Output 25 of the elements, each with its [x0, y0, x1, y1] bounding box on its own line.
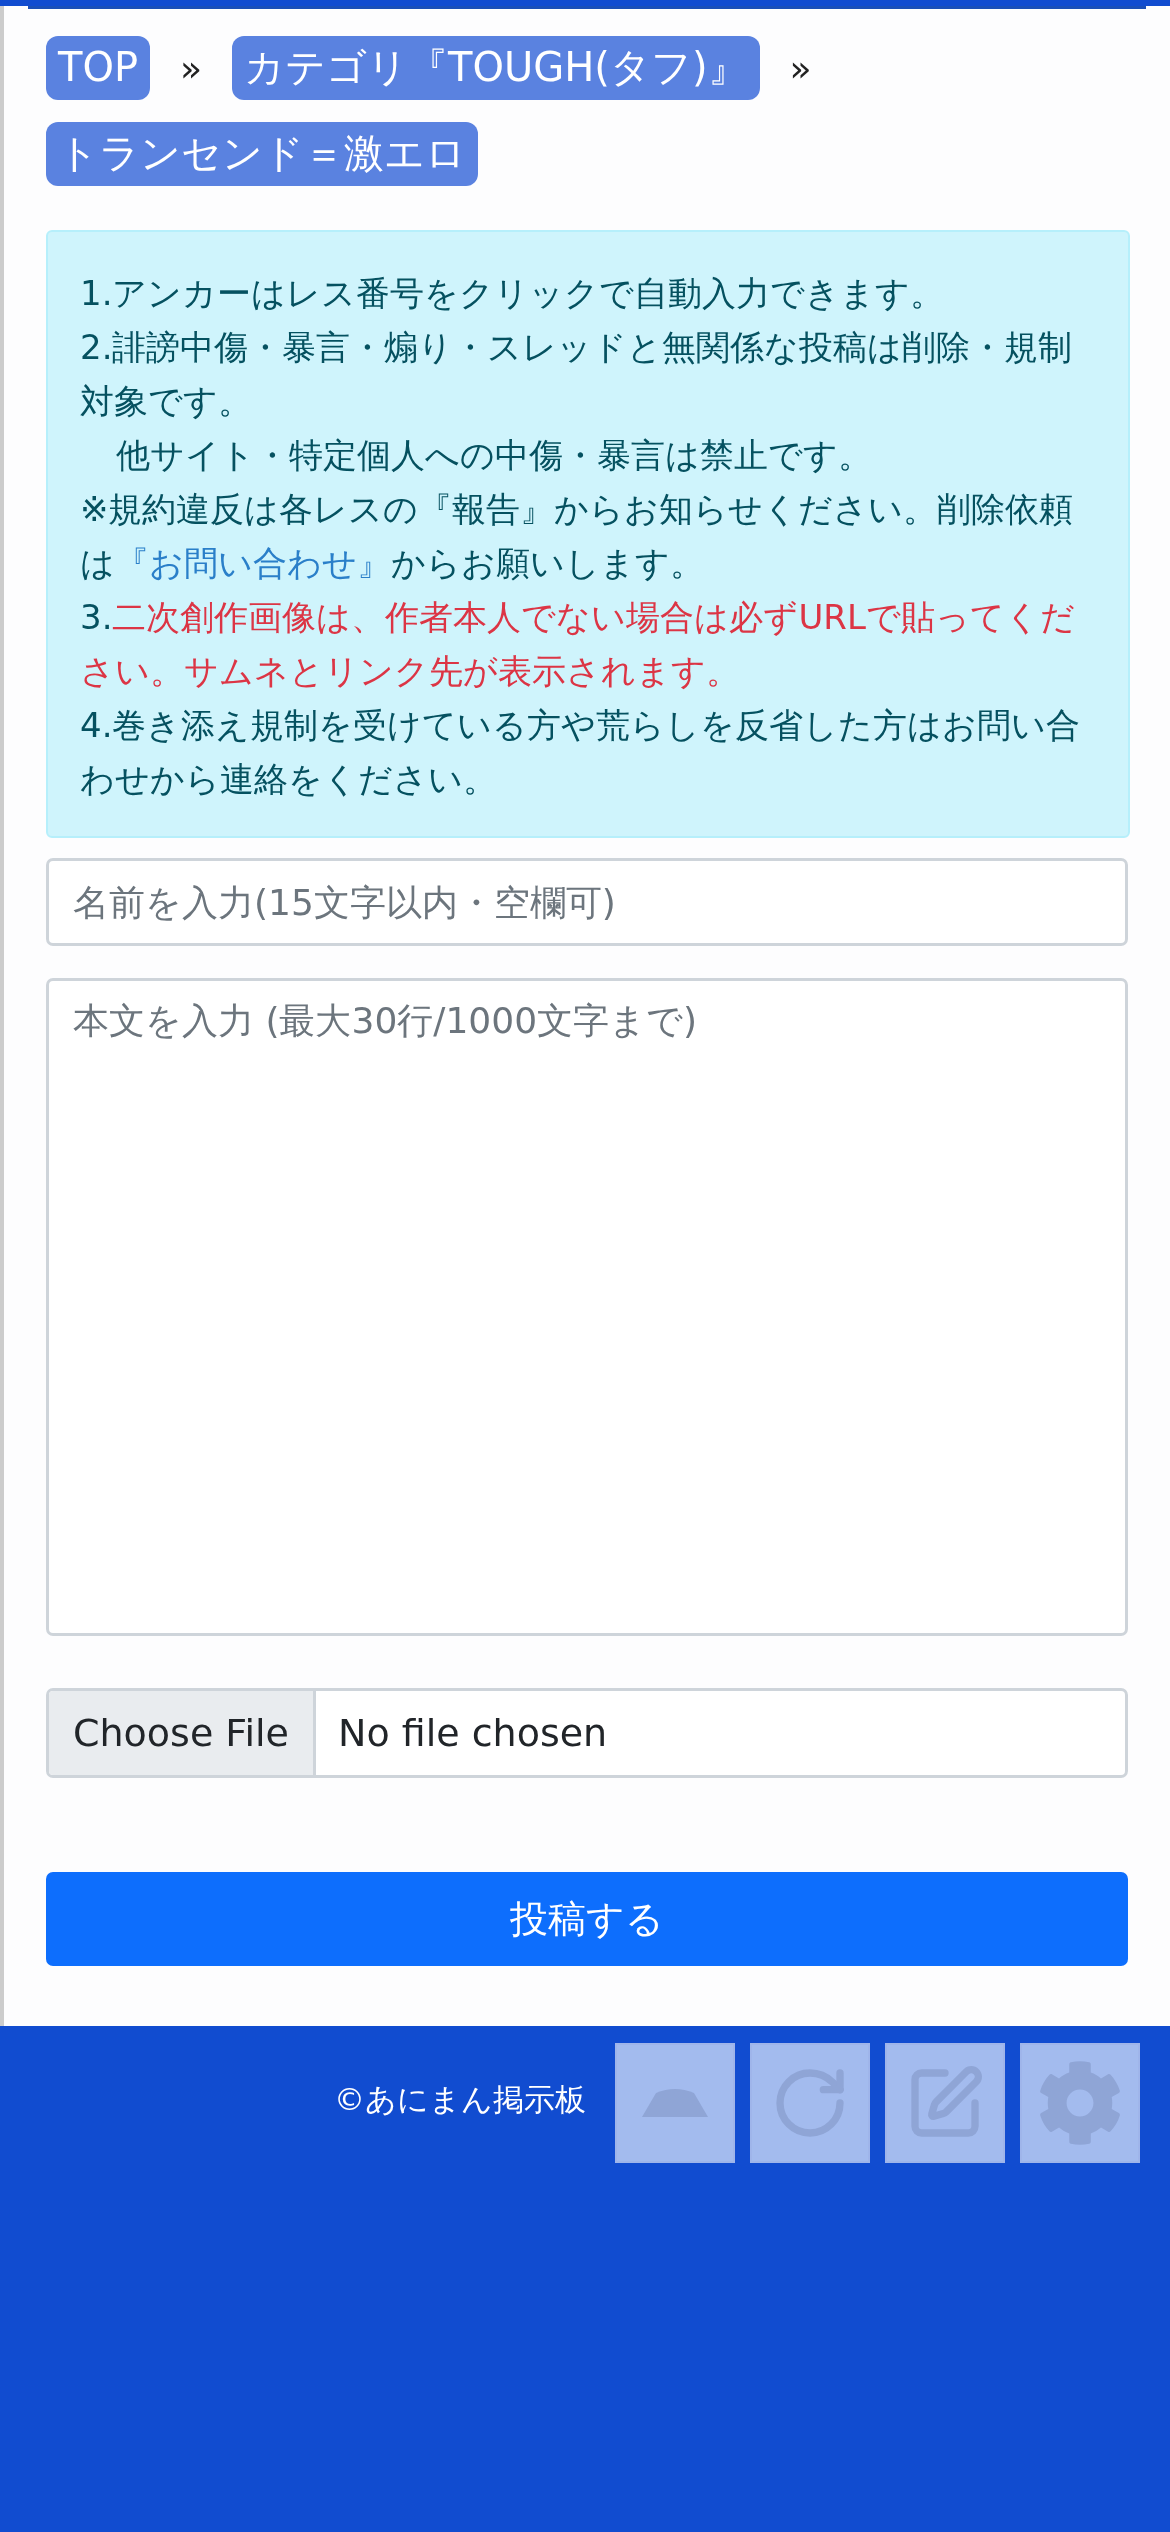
file-status-text: No file chosen — [336, 1711, 608, 1755]
mound-icon — [642, 2089, 708, 2117]
notice-text: 他サイト・特定個人への中傷・暴言は禁止です。 — [115, 434, 873, 477]
breadcrumb-separator: » — [789, 47, 812, 89]
copyright-text: ©あにまん掲示板 — [334, 2080, 586, 2119]
breadcrumb-separator: » — [180, 47, 203, 89]
choose-file-button[interactable]: Choose File — [49, 1691, 316, 1775]
reload-button[interactable] — [750, 2043, 870, 2163]
upload-button[interactable] — [615, 2043, 735, 2163]
settings-button[interactable] — [1020, 2043, 1140, 2163]
notice-text: ※規約違反は各レスの『報告』からお知らせください。削除依頼は『お問い合わせ』からお願いします。 — [80, 488, 1075, 585]
breadcrumb-link[interactable]: トランセンド＝激エロ — [46, 122, 478, 186]
notice-text: 1.アンカーはレス番号をクリックで自動入力できます。 — [80, 272, 946, 315]
submit-button[interactable]: 投稿する — [46, 1872, 1128, 1966]
contact-link[interactable]: 『お問い合わせ』 — [115, 543, 391, 583]
notice-text: 4.巻き添え規制を受けている方や荒らしを反省した方はお問い合わせから連絡をください。 — [80, 704, 1082, 801]
compose-button[interactable] — [885, 2043, 1005, 2163]
notice-text: 2.誹謗中傷・暴言・煽り・スレッドと無関係な投稿は削除・規制対象です。 — [80, 326, 1074, 423]
body-textarea[interactable]: 本文を入力 (最大30行/1000文字まで) — [46, 978, 1128, 1636]
file-input[interactable]: Choose File No file chosen — [46, 1688, 1128, 1778]
name-input[interactable]: 名前を入力(15文字以内・空欄可) — [46, 858, 1128, 946]
notice-text: 3.二次創作画像は、作者本人でない場合は必ずURLで貼ってください。サムネとリンク先が表示されます。 — [80, 596, 1076, 693]
breadcrumb-link[interactable]: TOP — [46, 36, 151, 100]
settings-icon — [1037, 2060, 1123, 2146]
breadcrumb-link[interactable]: カテゴリ『TOUGH(タフ)』 — [232, 36, 760, 100]
